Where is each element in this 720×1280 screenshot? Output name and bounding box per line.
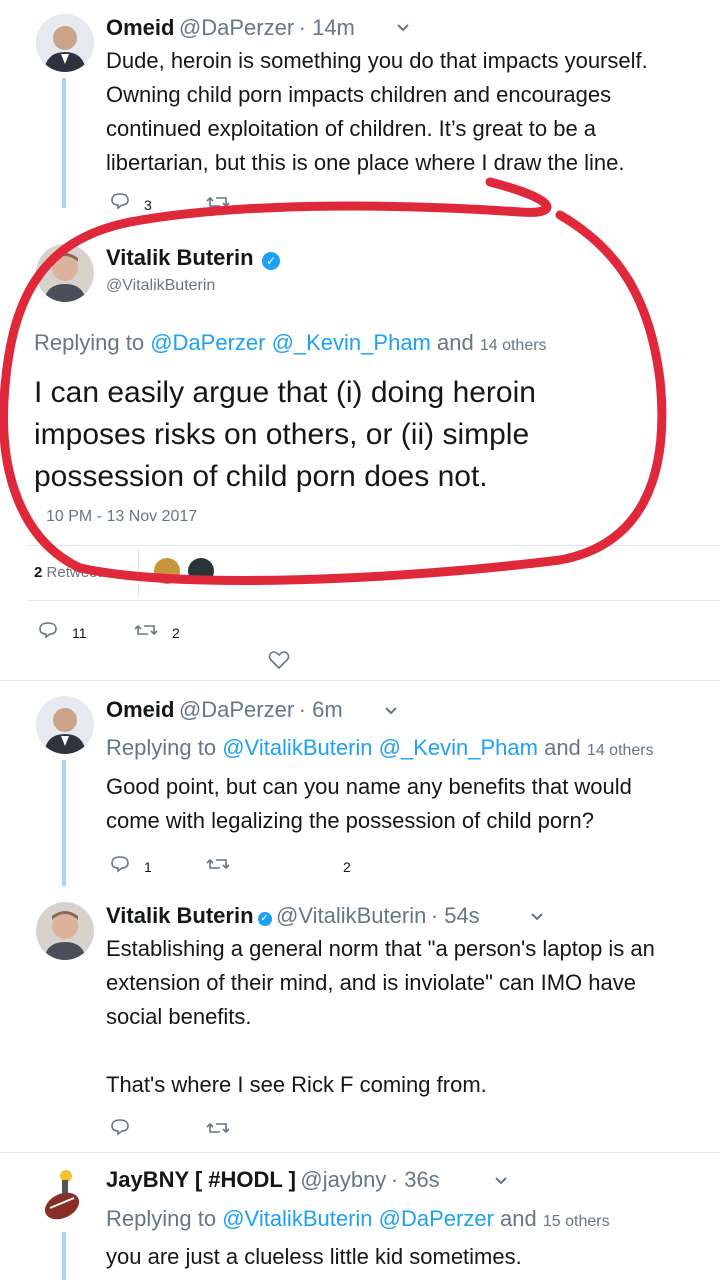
reply-icon[interactable]: [110, 1118, 130, 1141]
author-name[interactable]: Vitalik Buterin: [106, 903, 254, 928]
author-handle[interactable]: @VitalikButerin: [276, 903, 426, 928]
retweet-icon[interactable]: [206, 1120, 230, 1141]
divider: [0, 1152, 720, 1153]
text-line: social benefits.: [106, 1004, 252, 1029]
text-line: Establishing a general norm that "a pers…: [106, 936, 655, 961]
text-line: extension of their mind, and is inviolat…: [106, 970, 636, 995]
like-count: 2: [343, 859, 351, 875]
tweet-text: Establishing a general norm that "a pers…: [106, 932, 716, 1102]
author-handle[interactable]: @jaybny: [300, 1167, 386, 1192]
replying-to: Replying to @VitalikButerin @DaPerzer an…: [106, 1206, 610, 1232]
author-name[interactable]: Omeid: [106, 697, 174, 722]
replying-handles[interactable]: @VitalikButerin @_Kevin_Pham: [222, 735, 538, 760]
thread-line: [62, 760, 66, 886]
text-line: come with legalizing the possession of c…: [106, 808, 594, 833]
replying-label: Replying to: [106, 735, 217, 760]
author-name[interactable]: JayBNY [ #HODL ]: [106, 1167, 296, 1192]
replying-and: and: [500, 1206, 537, 1231]
avatar-omeid[interactable]: [36, 696, 94, 754]
reply-count: 1: [144, 859, 152, 875]
tweet-text: you are just a clueless little kid somet…: [106, 1240, 716, 1274]
retweet-icon[interactable]: [206, 856, 230, 877]
chevron-down-icon[interactable]: [494, 1173, 508, 1191]
tweet-header: Vitalik Buterin ✓ @VitalikButerin · 54s: [106, 903, 480, 929]
tweet-header: Omeid @DaPerzer · 6m: [106, 697, 343, 723]
replying-label: Replying to: [106, 1206, 217, 1231]
divider: [0, 680, 720, 681]
thread-line: [62, 1232, 66, 1280]
replying-to: Replying to @VitalikButerin @_Kevin_Pham…: [106, 735, 654, 761]
text-line: Good point, but can you name any benefit…: [106, 774, 632, 799]
tweet-header: JayBNY [ #HODL ] @jaybny · 36s: [106, 1167, 440, 1193]
replying-and: and: [544, 735, 581, 760]
verified-badge-icon: ✓: [257, 911, 272, 926]
tweet-time: · 6m: [298, 697, 343, 722]
chevron-down-icon[interactable]: [530, 909, 544, 927]
replying-others[interactable]: 15 others: [543, 1213, 610, 1230]
tweet-time: · 36s: [390, 1167, 440, 1192]
avatar-vitalik[interactable]: [36, 902, 94, 960]
text-line: you are just a clueless little kid somet…: [106, 1244, 522, 1269]
text-line: That's where I see Rick F coming from.: [106, 1072, 487, 1097]
tweet-text: Good point, but can you name any benefit…: [106, 770, 716, 838]
annotation-circle: [0, 177, 667, 585]
replying-others[interactable]: 14 others: [587, 742, 654, 759]
tweet-time: · 54s: [430, 903, 480, 928]
replying-handles[interactable]: @VitalikButerin @DaPerzer: [222, 1206, 494, 1231]
text-line: [106, 1034, 716, 1068]
reply-icon[interactable]: [110, 855, 130, 878]
author-handle[interactable]: @DaPerzer: [179, 697, 294, 722]
avatar-jaybny[interactable]: [36, 1166, 94, 1224]
chevron-down-icon[interactable]: [384, 703, 398, 721]
